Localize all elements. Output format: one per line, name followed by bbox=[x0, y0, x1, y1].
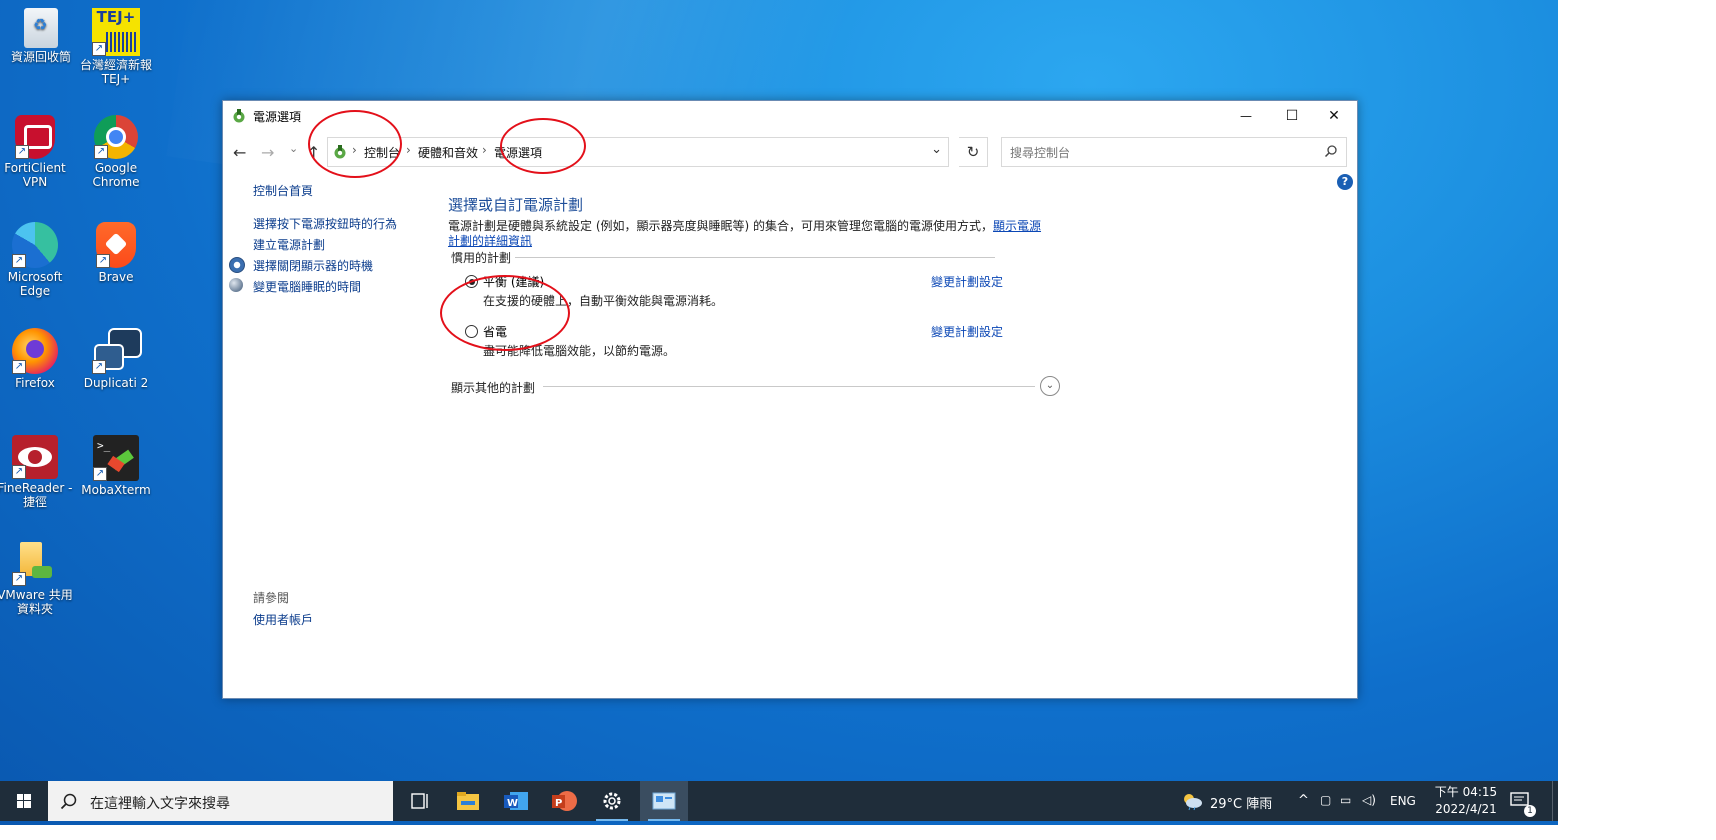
breadcrumb-separator-icon: › bbox=[406, 143, 411, 157]
breadcrumb[interactable]: › 控制台 › 硬體和音效 › 電源選項 ⌄ bbox=[327, 137, 949, 167]
divider bbox=[515, 257, 995, 258]
desktop: ♻ 資源回收筒 TEJ+ ↗ 台灣經濟新報 TEJ+ ↗ FortiClient… bbox=[0, 0, 1558, 825]
vmware-shared-folder-label: VMware 共用資料夾 bbox=[0, 588, 73, 616]
close-button[interactable]: ✕ bbox=[1311, 101, 1357, 131]
divider bbox=[543, 386, 1035, 387]
page-description: 電源計劃是硬體與系統設定 (例如，顯示器亮度與睡眠等) 的集合，可用來管理您電腦… bbox=[448, 219, 1048, 249]
notification-count-badge: 1 bbox=[1524, 805, 1536, 817]
clock[interactable]: 下午 04:15 2022/4/21 bbox=[1428, 784, 1504, 818]
forward-arrow-icon[interactable]: → bbox=[261, 143, 274, 162]
sidebar-sleep-time[interactable]: 變更電腦睡眠的時間 bbox=[253, 278, 361, 295]
powerpoint-icon[interactable]: P bbox=[540, 781, 588, 821]
control-panel-taskbar-icon[interactable] bbox=[640, 781, 688, 821]
edge-label: Microsoft Edge bbox=[7, 270, 63, 298]
active-indicator bbox=[648, 819, 680, 821]
file-explorer-icon[interactable] bbox=[444, 781, 492, 821]
mobaxterm-icon[interactable]: >_ ↗ MobaXterm bbox=[77, 435, 155, 497]
recycle-bin-icon[interactable]: ♻ 資源回收筒 bbox=[2, 8, 80, 64]
refresh-button[interactable]: ↻ bbox=[959, 137, 988, 167]
duplicati-icon[interactable]: ↗ Duplicati 2 bbox=[77, 328, 155, 390]
tej-icon[interactable]: TEJ+ ↗ 台灣經濟新報 TEJ+ bbox=[77, 8, 155, 86]
weather-icon bbox=[1180, 791, 1204, 815]
sidebar-user-accounts[interactable]: 使用者帳戶 bbox=[253, 611, 313, 628]
help-icon[interactable]: ? bbox=[1337, 174, 1353, 190]
mobaxterm-label: MobaXterm bbox=[81, 483, 151, 497]
windows-logo-icon bbox=[17, 794, 31, 808]
sidebar-control-panel-home[interactable]: 控制台首頁 bbox=[253, 182, 313, 199]
maximize-button[interactable]: ☐ bbox=[1269, 101, 1315, 131]
power-options-window: 電源選項 — ☐ ✕ ← → ⌄ ↑ › 控制台 › 硬體和音效 › 電源選項 … bbox=[222, 100, 1358, 699]
edge-icon[interactable]: ↗ Microsoft Edge bbox=[0, 222, 74, 298]
forticlient-label: FortiClient VPN bbox=[4, 161, 66, 189]
expand-chevron-icon[interactable]: ⌄ bbox=[1040, 376, 1060, 396]
meet-now-icon[interactable]: ▢ bbox=[1320, 793, 1331, 807]
breadcrumb-separator-icon: › bbox=[482, 143, 487, 157]
moon-sleep-icon bbox=[229, 278, 243, 292]
show-more-plans-label[interactable]: 顯示其他的計劃 bbox=[451, 379, 535, 396]
annotation-circle-power-options bbox=[500, 118, 586, 174]
page-title: 選擇或自訂電源計劃 bbox=[448, 196, 584, 214]
search-placeholder: 搜尋控制台 bbox=[1010, 146, 1071, 160]
firefox-icon[interactable]: ↗ Firefox bbox=[0, 328, 74, 390]
weather-text[interactable]: 29°C 陣雨 bbox=[1210, 793, 1272, 812]
task-view-icon[interactable] bbox=[396, 781, 444, 821]
taskbar-search-box[interactable]: 在這裡輸入文字來搜尋 bbox=[48, 781, 393, 821]
search-icon bbox=[1324, 143, 1338, 162]
clock-time: 下午 04:15 bbox=[1434, 785, 1498, 799]
chrome-label: Google Chrome bbox=[92, 161, 140, 189]
search-field[interactable]: 搜尋控制台 bbox=[1001, 137, 1347, 167]
clock-date: 2022/4/21 bbox=[1435, 802, 1497, 816]
svg-text:W: W bbox=[507, 798, 518, 809]
sidebar-create-power-plan[interactable]: 建立電源計劃 bbox=[253, 236, 325, 253]
plan-balanced-change-settings-link[interactable]: 變更計劃設定 bbox=[931, 273, 1003, 290]
finereader-label: FineReader - 捷徑 bbox=[0, 481, 73, 509]
sidebar-display-off-time[interactable]: 選擇關閉顯示器的時機 bbox=[253, 257, 373, 274]
settings-gear-icon[interactable] bbox=[588, 781, 636, 821]
network-icon[interactable]: ▭ bbox=[1340, 793, 1351, 807]
start-button[interactable] bbox=[0, 781, 48, 821]
sidebar-power-button-behavior[interactable]: 選擇按下電源按鈕時的行為 bbox=[253, 215, 397, 232]
search-icon bbox=[60, 792, 78, 814]
clock-display-icon bbox=[229, 257, 245, 273]
minimize-button[interactable]: — bbox=[1223, 101, 1269, 131]
duplicati-label: Duplicati 2 bbox=[83, 376, 149, 390]
recent-locations-chevron-icon[interactable]: ⌄ bbox=[289, 142, 298, 155]
active-indicator bbox=[596, 819, 628, 821]
brave-label: Brave bbox=[98, 270, 134, 284]
word-icon[interactable]: W bbox=[492, 781, 540, 821]
svg-text:P: P bbox=[555, 798, 562, 809]
tej-label: 台灣經濟新報 TEJ+ bbox=[79, 58, 152, 86]
firefox-label: Firefox bbox=[15, 376, 55, 390]
show-desktop-button[interactable] bbox=[1552, 781, 1558, 821]
breadcrumb-hardware-sound[interactable]: 硬體和音效 bbox=[418, 144, 478, 161]
back-arrow-icon[interactable]: ← bbox=[233, 143, 246, 162]
taskbar: 在這裡輸入文字來搜尋 W P 29°C 陣雨 ^ ▢ ▭ ◁) ENG 下午 0… bbox=[0, 781, 1558, 821]
annotation-circle-balanced-plan bbox=[440, 275, 570, 351]
tej-badge: TEJ+ bbox=[96, 8, 136, 26]
forticlient-icon[interactable]: ↗ FortiClient VPN bbox=[0, 115, 74, 189]
chrome-icon[interactable]: ↗ Google Chrome bbox=[77, 115, 155, 189]
recycle-bin-label: 資源回收筒 bbox=[10, 50, 71, 64]
plan-power-saver-change-settings-link[interactable]: 變更計劃設定 bbox=[931, 323, 1003, 340]
input-language[interactable]: ENG bbox=[1390, 794, 1416, 808]
see-also-header: 請參閱 bbox=[253, 591, 290, 605]
preferred-plans-header: 慣用的計劃 bbox=[451, 251, 512, 265]
annotation-circle-home bbox=[308, 110, 402, 178]
volume-icon[interactable]: ◁) bbox=[1362, 793, 1376, 807]
taskbar-search-placeholder: 在這裡輸入文字來搜尋 bbox=[90, 796, 230, 812]
description-text: 電源計劃是硬體與系統設定 (例如，顯示器亮度與睡眠等) 的集合，可用來管理您電腦… bbox=[448, 219, 993, 233]
window-title: 電源選項 bbox=[253, 110, 302, 124]
power-options-icon bbox=[231, 108, 247, 124]
vmware-shared-folder-icon[interactable]: ↗ VMware 共用資料夾 bbox=[0, 540, 74, 616]
address-dropdown-chevron-icon[interactable]: ⌄ bbox=[931, 142, 942, 157]
show-hidden-icons-chevron-icon[interactable]: ^ bbox=[1298, 793, 1309, 808]
finereader-icon[interactable]: ↗ FineReader - 捷徑 bbox=[0, 435, 74, 509]
brave-icon[interactable]: ↗ Brave bbox=[77, 222, 155, 284]
